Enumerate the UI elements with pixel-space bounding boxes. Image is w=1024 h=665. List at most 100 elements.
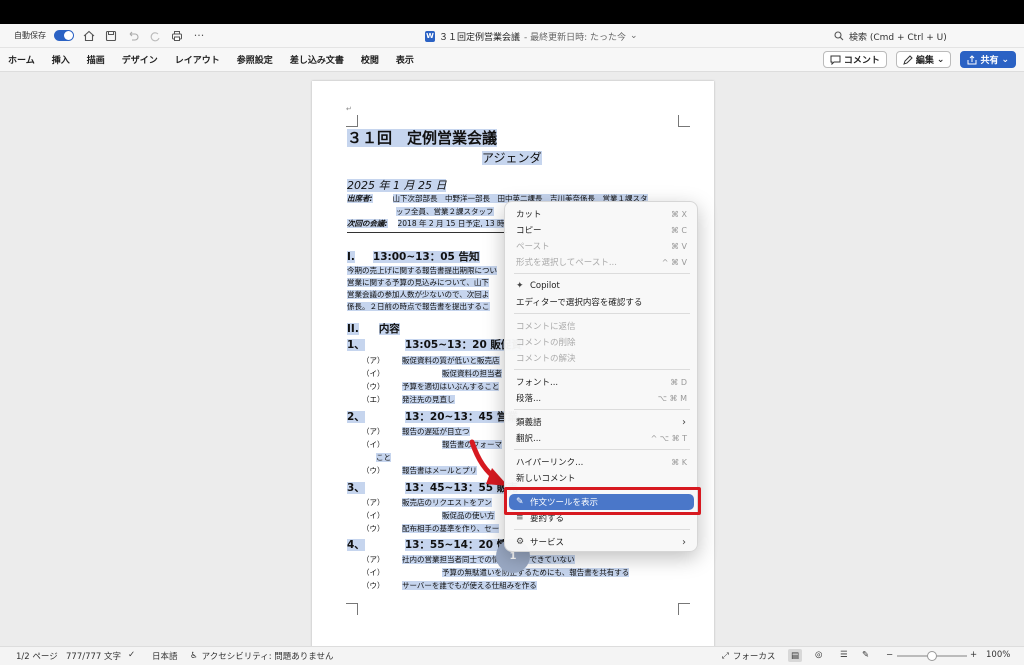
shortcut: ^ ⌘ V bbox=[661, 257, 687, 267]
menu-separator bbox=[514, 313, 690, 314]
item-marker: （ウ） bbox=[362, 581, 385, 590]
attendees-line-2[interactable]: ッフ全員、営業２課スタッフ bbox=[396, 207, 494, 216]
menu-item-cut[interactable]: カット ⌘ X bbox=[509, 206, 694, 222]
page-count[interactable]: 1/2 ページ bbox=[16, 650, 58, 662]
tab-design[interactable]: デザイン bbox=[122, 53, 158, 66]
menu-item-services[interactable]: ⚙ サービス › bbox=[509, 534, 694, 550]
print-icon[interactable] bbox=[170, 29, 184, 43]
menu-item-synonyms[interactable]: 類義語 › bbox=[509, 414, 694, 430]
list-item[interactable]: 販促品の使い方 bbox=[442, 511, 495, 520]
subsection-2-title[interactable]: 13：20~13：45 営業 bbox=[404, 411, 518, 423]
list-item[interactable]: 発注先の見直し bbox=[402, 395, 455, 404]
list-item[interactable]: 予算を適切はいぶんすること bbox=[402, 382, 500, 391]
save-icon[interactable] bbox=[104, 29, 118, 43]
menu-label: 形式を選択してペースト... bbox=[516, 258, 617, 268]
item-marker: （ア） bbox=[362, 427, 385, 436]
doc-date[interactable]: 2025 年 1 月 25 日 bbox=[347, 179, 447, 192]
web-layout-icon[interactable]: ◎ bbox=[815, 650, 822, 660]
proofing-icon[interactable]: ✓ bbox=[128, 650, 135, 660]
menu-label: Copilot bbox=[530, 281, 560, 291]
autosave-toggle[interactable] bbox=[54, 30, 74, 41]
tab-mailings[interactable]: 差し込み文書 bbox=[290, 53, 344, 66]
menu-separator bbox=[514, 449, 690, 450]
menu-item-paste-special: 形式を選択してペースト... ^ ⌘ V bbox=[509, 254, 694, 270]
copilot-icon: ✦ bbox=[516, 281, 524, 291]
list-item[interactable]: こと bbox=[376, 453, 391, 462]
list-item[interactable]: 社内の営業担当者同士での情報共有ができていない bbox=[402, 555, 575, 564]
word-count[interactable]: 777/777 文字 bbox=[66, 650, 121, 662]
list-item[interactable]: 販促資料の担当者 bbox=[442, 369, 502, 378]
zoom-out-button[interactable]: − bbox=[886, 650, 893, 660]
list-item[interactable]: 予算の無駄遣いを防止するためにも、報告書を共有する bbox=[442, 568, 630, 577]
share-button[interactable]: 共有 ⌄ bbox=[960, 51, 1016, 68]
zoom-slider-knob[interactable] bbox=[927, 651, 937, 661]
chevron-down-icon: ⌄ bbox=[936, 54, 945, 65]
shortcut: ⌘ D bbox=[670, 377, 687, 387]
section-1-line[interactable]: 係長。２日前の時点で報告書を提出するこ bbox=[347, 302, 490, 311]
menu-label: サービス bbox=[530, 538, 565, 548]
menu-item-paragraph[interactable]: 段落... ⌥ ⌘ M bbox=[509, 390, 694, 406]
redo-icon[interactable] bbox=[148, 29, 162, 43]
crop-mark bbox=[678, 115, 690, 127]
section-1-line[interactable]: 営業に関する予算の見込みについて、山下 bbox=[347, 278, 489, 287]
tab-draw[interactable]: 描画 bbox=[87, 53, 105, 66]
section-2-title[interactable]: 内容 bbox=[378, 323, 400, 335]
tab-layout[interactable]: レイアウト bbox=[175, 53, 220, 66]
zoom-slider[interactable] bbox=[897, 651, 967, 661]
list-item[interactable]: 報告の遅延が目立つ bbox=[402, 427, 470, 436]
tab-insert[interactable]: 挿入 bbox=[52, 53, 70, 66]
focus-label: フォーカス bbox=[732, 652, 776, 662]
menu-item-translate[interactable]: 翻訳... ^ ⌥ ⌘ T bbox=[509, 430, 694, 446]
more-icon[interactable]: ··· bbox=[192, 29, 206, 43]
shortcut: ^ ⌥ ⌘ T bbox=[650, 433, 687, 443]
print-layout-icon[interactable]: ▤ bbox=[788, 649, 802, 662]
menu-item-copy[interactable]: コピー ⌘ C bbox=[509, 222, 694, 238]
item-marker: （ア） bbox=[362, 498, 385, 507]
accessibility-label: アクセシビリティ: 問題ありません bbox=[201, 652, 334, 662]
language[interactable]: 日本語 bbox=[152, 650, 178, 662]
menu-label: コメントに返信 bbox=[516, 322, 576, 332]
menu-item-copilot[interactable]: ✦ Copilot bbox=[509, 278, 694, 294]
next-meeting-value[interactable]: 2018 年 2 月 15 日予定, 13 時 bbox=[397, 219, 505, 228]
accessibility-status[interactable]: ♿ アクセシビリティ: 問題ありません bbox=[190, 650, 334, 662]
zoom-in-button[interactable]: + bbox=[970, 650, 977, 660]
zoom-level[interactable]: 100% bbox=[986, 650, 1010, 660]
search-icon bbox=[834, 31, 844, 41]
list-item[interactable]: 配布相手の基準を作り、セー bbox=[402, 524, 500, 533]
crop-mark bbox=[346, 115, 358, 127]
crop-mark bbox=[678, 603, 690, 615]
home-icon[interactable] bbox=[82, 29, 96, 43]
focus-button[interactable]: ⤢ フォーカス bbox=[722, 650, 775, 662]
doc-subtitle[interactable]: アジェンダ bbox=[482, 151, 542, 165]
menu-item-editor-check[interactable]: エディターで選択内容を確認する bbox=[509, 294, 694, 310]
document-status: - 最終更新日時: たった今 bbox=[524, 32, 627, 43]
list-item[interactable]: 販促資料の質が低いと販売店 bbox=[402, 356, 500, 365]
list-item[interactable]: サーバーを誰でもが使える仕組みを作る bbox=[402, 581, 537, 590]
undo-icon[interactable] bbox=[126, 29, 140, 43]
section-1-line[interactable]: 営業会議の参加人数が少ないので、次回よ bbox=[347, 290, 490, 299]
tab-review[interactable]: 校閲 bbox=[361, 53, 379, 66]
list-item[interactable]: 販売店のリクエストをアン bbox=[402, 498, 492, 507]
comment-button[interactable]: コメント bbox=[822, 51, 887, 68]
menu-item-new-comment[interactable]: 新しいコメント bbox=[509, 470, 694, 486]
edit-mode-button[interactable]: 編集 ⌄ bbox=[895, 51, 952, 68]
doc-title[interactable]: ３１回 定例営業会議 bbox=[347, 129, 498, 147]
tab-view[interactable]: 表示 bbox=[396, 53, 414, 66]
item-marker: （ア） bbox=[362, 555, 385, 564]
item-marker: （ウ） bbox=[362, 466, 385, 475]
item-marker: （エ） bbox=[362, 395, 385, 404]
item-marker: （ウ） bbox=[362, 382, 385, 391]
menu-label: 類義語 bbox=[516, 418, 542, 428]
search-box[interactable]: 検索 (Cmd + Ctrl + U) bbox=[834, 24, 947, 48]
outline-view-icon[interactable]: ☰ bbox=[840, 650, 848, 660]
section-1-line[interactable]: 今期の売上げに関する報告書提出期限につい bbox=[347, 266, 497, 275]
document-title[interactable]: W ３１回定例営業会議 - 最終更新日時: たった今 ⌄ bbox=[425, 24, 638, 48]
item-marker: （ウ） bbox=[362, 524, 385, 533]
draft-view-icon[interactable]: ✎ bbox=[862, 650, 869, 660]
menu-item-hyperlink[interactable]: ハイパーリンク... ⌘ K bbox=[509, 454, 694, 470]
tab-home[interactable]: ホーム bbox=[8, 53, 35, 66]
menu-item-font[interactable]: フォント... ⌘ D bbox=[509, 374, 694, 390]
tab-references[interactable]: 参照設定 bbox=[237, 53, 273, 66]
section-1-title[interactable]: 13:00~13：05 告知 bbox=[372, 251, 480, 263]
subsection-3-number: 3、 bbox=[347, 482, 365, 494]
